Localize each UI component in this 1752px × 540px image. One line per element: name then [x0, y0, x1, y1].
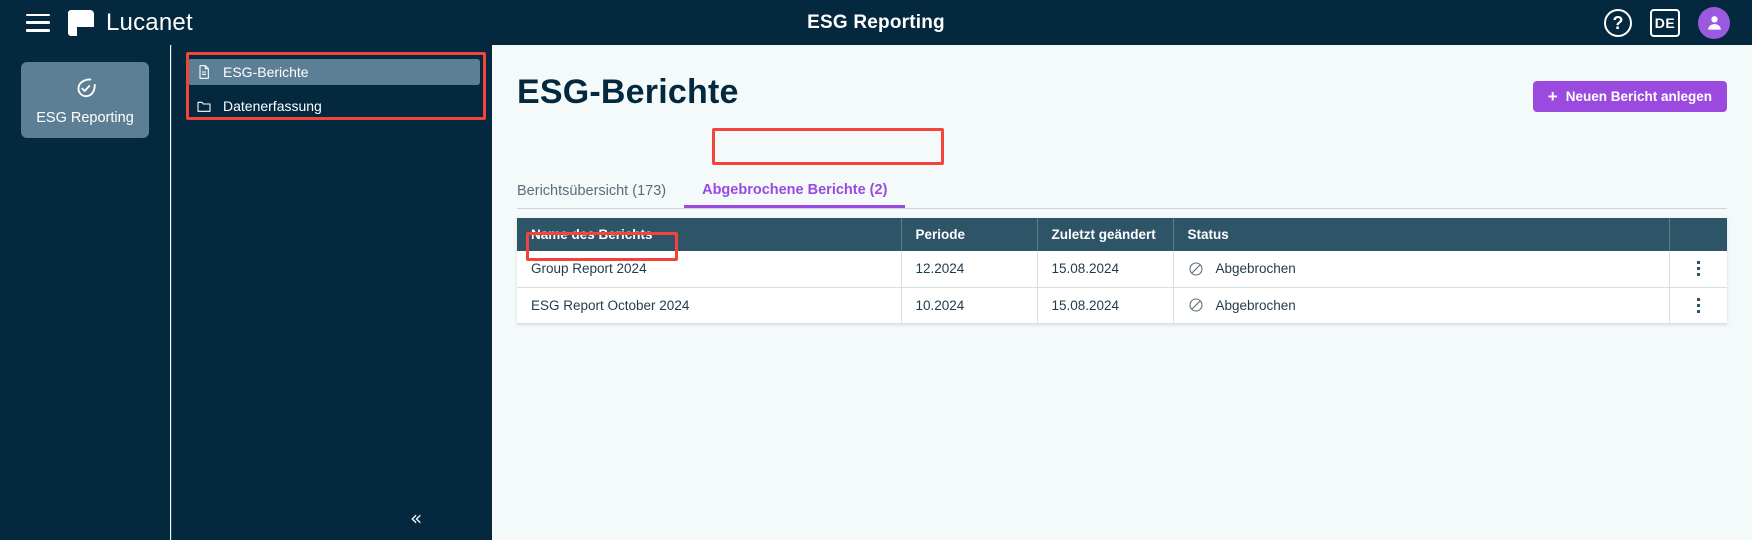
reports-table: Name des Berichts Periode Zuletzt geände… — [517, 218, 1727, 324]
column-header-status[interactable]: Status — [1173, 218, 1670, 251]
nav-list: ESG-Berichte Datenerfassung — [172, 45, 492, 119]
add-report-button[interactable]: + Neuen Bericht anlegen — [1532, 81, 1727, 112]
column-header-name[interactable]: Name des Berichts — [517, 218, 902, 251]
cell-modified: 15.08.2024 — [1037, 251, 1174, 288]
leaf-check-icon — [72, 74, 98, 105]
table-header-row: Name des Berichts Periode Zuletzt geände… — [517, 218, 1727, 251]
brand-name: Lucanet — [106, 8, 193, 36]
cancelled-circle-icon — [1188, 261, 1204, 277]
status-label: Abgebrochen — [1215, 297, 1296, 313]
column-header-actions — [1669, 218, 1727, 251]
cell-period: 10.2024 — [901, 287, 1038, 324]
lucanet-logo-icon — [68, 9, 94, 36]
cancelled-circle-icon — [1188, 297, 1204, 313]
sidebar-item-datenerfassung[interactable]: Datenerfassung — [188, 93, 480, 119]
cell-status: Abgebrochen — [1173, 251, 1670, 288]
tab-berichtsuebersicht[interactable]: Berichtsübersicht (173) — [517, 174, 684, 208]
language-selector[interactable]: DE — [1650, 8, 1680, 37]
sidebar-item-label: Datenerfassung — [223, 98, 322, 114]
folder-icon — [196, 98, 212, 114]
sidebar-item-esg-berichte[interactable]: ESG-Berichte — [188, 59, 480, 85]
column-header-period[interactable]: Periode — [901, 218, 1038, 251]
topbar-right-group: ? DE — [1604, 6, 1752, 39]
help-circle-icon[interactable]: ? — [1604, 8, 1632, 37]
document-icon — [196, 64, 212, 80]
app-rail: ESG Reporting — [0, 45, 170, 540]
column-header-modified[interactable]: Zuletzt geändert — [1037, 218, 1174, 251]
table-row[interactable]: ESG Report October 2024 10.2024 15.08.20… — [517, 287, 1727, 324]
cell-actions — [1669, 287, 1727, 324]
cell-status: Abgebrochen — [1173, 287, 1670, 324]
plus-icon: + — [1547, 87, 1558, 106]
cell-report-name[interactable]: ESG Report October 2024 — [517, 287, 902, 324]
cell-period: 12.2024 — [901, 251, 1038, 288]
top-app-bar: Lucanet ESG Reporting ? DE — [0, 0, 1752, 45]
brand-logo[interactable]: Lucanet — [68, 9, 193, 37]
user-avatar-icon[interactable] — [1698, 6, 1730, 39]
navigation-panel: ESG-Berichte Datenerfassung « — [171, 45, 492, 540]
tab-abgebrochene-berichte[interactable]: Abgebrochene Berichte (2) — [684, 174, 906, 208]
cell-report-name[interactable]: Group Report 2024 — [517, 251, 902, 288]
status-label: Abgebrochen — [1215, 261, 1296, 277]
app-title: ESG Reporting — [807, 11, 945, 33]
kebab-menu-icon[interactable] — [1690, 297, 1706, 313]
tab-bar: Berichtsübersicht (173) Abgebrochene Ber… — [517, 174, 1727, 209]
main-content: ESG-Berichte + Neuen Bericht anlegen Ber… — [492, 45, 1752, 540]
cell-actions — [1669, 251, 1727, 288]
add-report-button-label: Neuen Bericht anlegen — [1565, 89, 1712, 104]
rail-item-label: ESG Reporting — [36, 110, 134, 126]
cell-modified: 15.08.2024 — [1037, 287, 1174, 324]
topbar-left-group: Lucanet — [0, 9, 193, 37]
sidebar-item-label: ESG-Berichte — [223, 64, 309, 80]
hamburger-icon[interactable] — [26, 13, 50, 32]
table-row[interactable]: Group Report 2024 12.2024 15.08.2024 Abg… — [517, 251, 1727, 288]
chevron-double-left-icon[interactable]: « — [410, 508, 422, 528]
page-title: ESG-Berichte — [517, 73, 739, 111]
kebab-menu-icon[interactable] — [1690, 261, 1706, 277]
rail-item-esg-reporting[interactable]: ESG Reporting — [21, 62, 149, 138]
